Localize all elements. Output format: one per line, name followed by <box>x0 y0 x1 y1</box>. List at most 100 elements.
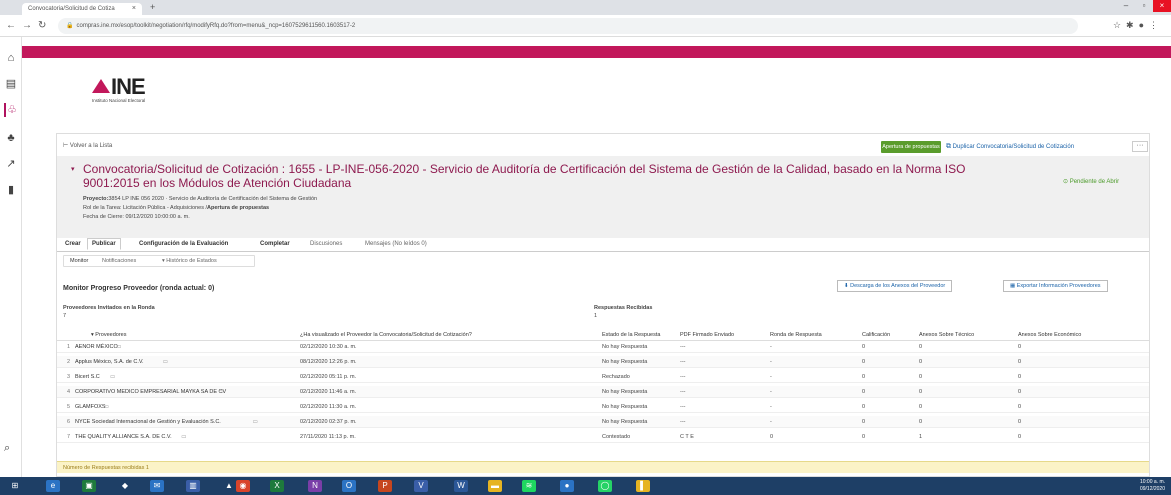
cell-proveedor[interactable]: AENOR MÉXICO <box>75 344 118 350</box>
chart-icon[interactable]: ↗ <box>4 157 18 171</box>
ie-icon[interactable]: e <box>46 480 60 492</box>
search-icon[interactable]: ⌕ <box>4 442 10 455</box>
table-row[interactable]: 6 NYCE Sociedad Internacional de Gestión … <box>57 416 1149 428</box>
app4-icon[interactable]: ● <box>560 480 574 492</box>
subtab-monitor[interactable]: Monitor <box>70 258 88 264</box>
users-icon[interactable]: ♣ <box>4 131 18 145</box>
app3-icon[interactable]: ▲ <box>222 480 236 492</box>
store-icon[interactable]: ▣ <box>82 480 96 492</box>
back-arrow-icon[interactable]: ← <box>6 20 16 31</box>
table-row[interactable]: 7 THE QUALITY ALLIANCE S.A. DE C.V. ▭ 27/11… <box>57 431 1149 443</box>
home-icon[interactable]: ⌂ <box>4 51 18 65</box>
onenote-icon[interactable]: N <box>308 480 322 492</box>
more-button[interactable]: ··· <box>1132 141 1148 152</box>
browser-tab[interactable]: Convocatoria/Solicitud de Cotiza × <box>22 3 142 15</box>
cell-proveedor[interactable]: Applus México, S.A. de C.V. <box>75 359 144 365</box>
footer-text: Número de Respuestas recibidas 1 <box>63 465 149 471</box>
cell-visualizado: 02/12/2020 10:30 a. m. <box>300 344 357 350</box>
contact-card-icon[interactable]: ▭ <box>104 404 109 410</box>
documents-icon[interactable]: ▮ <box>4 183 18 197</box>
handshake-icon[interactable]: ♧ <box>4 103 18 117</box>
cell-tecnico: 0 <box>919 404 923 410</box>
acrobat-icon[interactable]: ▌ <box>636 480 650 492</box>
powerpoint-icon[interactable]: P <box>378 480 392 492</box>
ine-logo: INE Instituto Nacional Electoral <box>92 74 146 103</box>
chrome-icon[interactable]: ◉ <box>236 480 250 492</box>
contact-card-icon[interactable]: ▭ <box>110 374 115 380</box>
fecha-value: 09/12/2020 10:00:00 a. m. <box>125 214 190 220</box>
minimize-icon[interactable]: – <box>1117 0 1135 12</box>
table-row[interactable]: 3 Bicert S.C ▭ 02/12/2020 05:11 p. m. Rechaz… <box>57 371 1149 383</box>
contact-card-icon[interactable]: ▭ <box>116 344 121 350</box>
window-close-icon[interactable]: × <box>1153 0 1171 12</box>
cell-pdf: --- <box>680 374 686 380</box>
browser-actions[interactable]: ☆✱●⋮ <box>1113 20 1163 31</box>
tab-publicar[interactable]: Publicar <box>87 238 121 250</box>
rol-bold: Apertura de propuestas <box>207 205 270 211</box>
table-row[interactable]: 4 CORPORATIVO MEDICO EMPRESARIAL MAYKA SA… <box>57 386 1149 398</box>
cell-estado: No hay Respuesta <box>602 344 648 350</box>
cell-economico: 0 <box>1018 419 1022 425</box>
cell-estado: Contestado <box>602 434 631 440</box>
tab-crear[interactable]: Crear <box>65 241 81 247</box>
cell-economico: 0 <box>1018 359 1022 365</box>
cell-proveedor[interactable]: NYCE Sociedad Internacional de Gestión y… <box>75 419 221 425</box>
subtab-notificaciones[interactable]: Notificaciones <box>102 258 136 264</box>
apertura-button[interactable]: Apertura de propuestas <box>881 141 941 153</box>
descarga-button[interactable]: ⬇ Descarga de los Anexos del Proveedor <box>837 280 953 292</box>
cell-economico: 0 <box>1018 434 1022 440</box>
outlook-icon[interactable]: O <box>342 480 356 492</box>
tab-close-icon[interactable]: × <box>132 5 136 12</box>
th-proveedores[interactable]: ▾ Proveedores <box>91 332 126 338</box>
contact-card-icon[interactable]: ▭ <box>163 359 168 365</box>
cell-proveedor[interactable]: THE QUALITY ALLIANCE S.A. DE C.V. <box>75 434 172 440</box>
app-icon[interactable]: ◆ <box>118 480 132 492</box>
windows-start-icon[interactable]: ⊞ <box>8 480 22 492</box>
cell-proveedor[interactable]: CORPORATIVO MEDICO EMPRESARIAL MAYKA SA … <box>75 389 226 395</box>
maximize-icon[interactable]: ▫ <box>1135 0 1153 12</box>
system-clock[interactable]: 10:00 a. m. 09/12/2020 <box>1140 479 1165 493</box>
monitor-title: Monitor Progreso Proveedor (ronda actual… <box>63 285 215 292</box>
word-icon[interactable]: W <box>454 480 468 492</box>
tab-completar[interactable]: Completar <box>260 241 290 247</box>
reload-icon[interactable]: ↻ <box>38 20 46 31</box>
forward-arrow-icon[interactable]: → <box>22 20 32 31</box>
app2-icon[interactable]: ▥ <box>186 480 200 492</box>
main-panel: ⊢ Volver a la Lista Apertura de propuest… <box>56 133 1150 477</box>
duplicar-link[interactable]: ⧉ Duplicar Convocatoria/Solicitud de Cot… <box>946 143 1074 151</box>
cell-calificacion: 0 <box>862 344 866 350</box>
mail-icon[interactable]: ✉ <box>150 480 164 492</box>
cell-proveedor[interactable]: GLAMFOXS <box>75 404 106 410</box>
page-title: Convocatoria/Solicitud de Cotización : 1… <box>83 162 966 190</box>
cell-ronda: - <box>770 359 772 365</box>
tab-mensajes[interactable]: Mensajes (No leídos 0) <box>365 241 427 247</box>
clock-date: 09/12/2020 <box>1139 486 1165 492</box>
contact-card-icon[interactable]: ▭ <box>181 434 186 440</box>
dashboard-icon[interactable]: ▤ <box>4 77 18 91</box>
explorer-icon[interactable]: ▬ <box>488 480 502 492</box>
cell-visualizado: 08/12/2020 12:26 p. m. <box>300 359 357 365</box>
visio-icon[interactable]: V <box>414 480 428 492</box>
tab-discusiones[interactable]: Discusiones <box>310 241 342 247</box>
excel-icon[interactable]: X <box>270 480 284 492</box>
table-row[interactable]: 5 GLAMFOXS ▭ 02/12/2020 11:30 a. m. No hay R… <box>57 401 1149 413</box>
collapse-caret-icon[interactable]: ▾ <box>71 165 75 173</box>
subtab-historico[interactable]: ▾ Histórico de Estados <box>162 258 217 264</box>
whatsapp-icon[interactable]: ◯ <box>598 480 612 492</box>
spotify-icon[interactable]: ≋ <box>522 480 536 492</box>
table-row[interactable]: 2 Applus México, S.A. de C.V. ▭ 08/12/2020 … <box>57 356 1149 368</box>
url-input[interactable]: 🔒 compras.ine.mx/esop/toolkit/negotiation… <box>58 18 1078 34</box>
cell-economico: 0 <box>1018 404 1022 410</box>
back-to-list-link[interactable]: ⊢ Volver a la Lista <box>63 142 112 149</box>
new-tab-icon[interactable]: + <box>150 2 155 12</box>
tab-configuracion[interactable]: Configuración de la Evaluación <box>139 241 228 247</box>
table-row[interactable]: 1 AENOR MÉXICO ▭ 02/12/2020 10:30 a. m. No h… <box>57 341 1149 353</box>
contact-card-icon[interactable]: ▭ <box>253 419 258 425</box>
th-tecnico: Anexos Sobre Técnico <box>919 332 975 338</box>
contact-card-icon[interactable]: ▭ <box>219 389 224 395</box>
cell-proveedor[interactable]: Bicert S.C <box>75 374 100 380</box>
cell-calificacion: 0 <box>862 389 866 395</box>
cell-visualizado: 02/12/2020 11:30 a. m. <box>300 404 357 410</box>
cell-index: 5 <box>67 404 71 410</box>
exportar-button[interactable]: ▦ Exportar Información Proveedores <box>1003 280 1108 292</box>
